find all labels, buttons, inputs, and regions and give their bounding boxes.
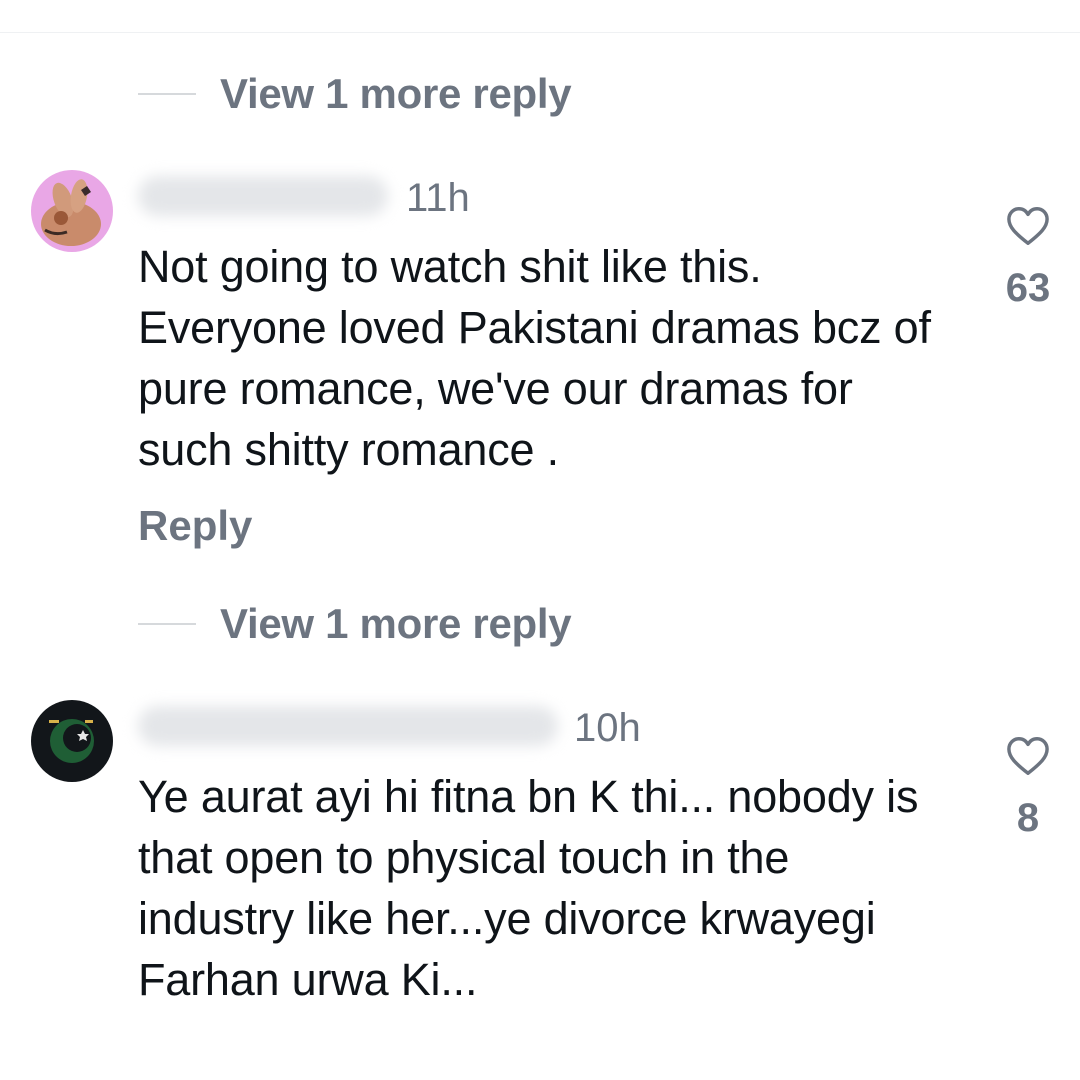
like-count: 63 [1005, 266, 1051, 310]
view-more-replies-label: View 1 more reply [220, 600, 572, 647]
view-more-replies-button[interactable]: View 1 more reply [138, 64, 572, 124]
top-divider [0, 32, 1080, 33]
reply-button[interactable]: Reply [138, 502, 252, 550]
comment-text: Not going to watch shit like this. Every… [138, 241, 931, 475]
heart-outline-icon[interactable] [1006, 736, 1050, 776]
user-avatar[interactable] [31, 700, 113, 782]
comment-timestamp: 10h [574, 706, 641, 750]
username-redacted[interactable] [138, 706, 558, 746]
thread-line [138, 93, 196, 95]
user-avatar[interactable] [31, 170, 113, 252]
comment-text: Ye aurat ayi hi fitna bn K thi... nobody… [138, 771, 919, 1005]
thread-line [138, 623, 196, 625]
comment-timestamp: 11h [406, 176, 470, 220]
view-more-replies-button[interactable]: View 1 more reply [138, 594, 572, 654]
like-control: 8 [990, 736, 1066, 841]
username-redacted[interactable] [138, 176, 388, 216]
like-count: 8 [1016, 796, 1040, 840]
view-more-replies-label: View 1 more reply [220, 70, 572, 117]
heart-outline-icon[interactable] [1006, 206, 1050, 246]
like-control: 63 [990, 206, 1066, 311]
